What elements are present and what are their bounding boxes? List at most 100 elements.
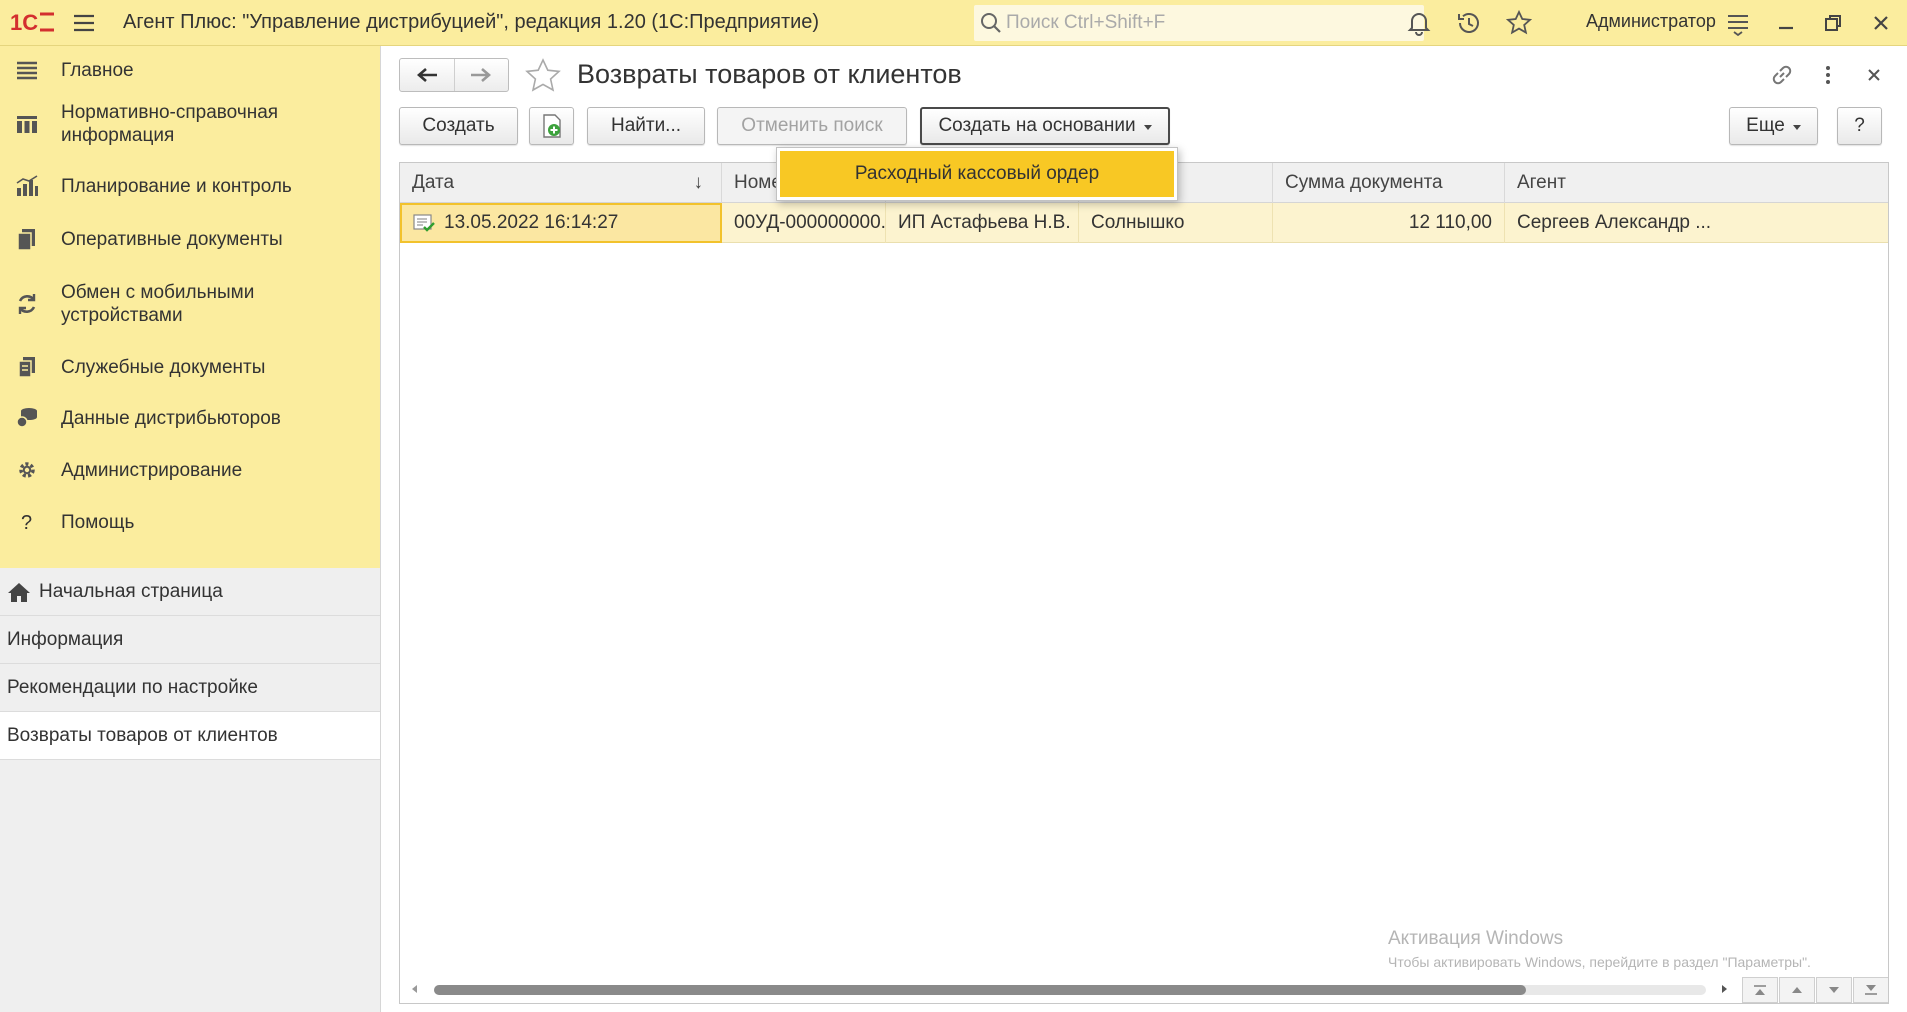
main-form: Возвраты товаров от клиентов Создать Най… <box>381 46 1907 1012</box>
restore-icon[interactable] <box>1818 8 1848 38</box>
back-button[interactable] <box>400 59 454 91</box>
more-label: Еще <box>1746 115 1785 136</box>
column-label: Дата <box>412 172 455 193</box>
windows-activation-watermark: Активация Windows Чтобы активировать Win… <box>1388 928 1811 970</box>
scroll-right-arrow-icon[interactable] <box>1722 985 1727 993</box>
global-search[interactable] <box>974 5 1424 41</box>
favorites-star-icon[interactable] <box>1504 8 1534 38</box>
section-help[interactable]: ? Помощь <box>0 496 380 548</box>
section-label: Служебные документы <box>61 356 266 378</box>
page-label: Рекомендации по настройке <box>7 676 258 698</box>
scroll-thumb[interactable] <box>434 985 1526 995</box>
section-distributor-data[interactable]: Данные дистрибьюторов <box>0 392 380 444</box>
add-to-favorites-star-icon[interactable] <box>523 58 563 100</box>
chevron-up-icon <box>1792 987 1802 993</box>
page-home[interactable]: Начальная страница <box>0 568 380 616</box>
create-based-on-menu: Расходный кассовый ордер <box>776 147 1178 201</box>
svg-text:?: ? <box>21 512 32 534</box>
scroll-to-bottom-button[interactable] <box>1853 977 1888 1003</box>
cell-text: 13.05.2022 16:14:27 <box>444 212 619 233</box>
add-document-icon <box>542 114 561 138</box>
search-icon <box>981 13 1001 33</box>
first-page-icon <box>1754 985 1766 995</box>
section-operational-docs[interactable]: Оперативные документы <box>0 212 380 266</box>
copy-button[interactable] <box>529 107 574 145</box>
create-button[interactable]: Создать <box>399 107 518 145</box>
link-icon[interactable] <box>1767 60 1797 96</box>
section-label: Администрирование <box>61 459 243 481</box>
close-form-icon[interactable] <box>1859 60 1889 96</box>
section-service-docs[interactable]: Служебные документы <box>0 342 380 392</box>
create-based-on-label: Создать на основании <box>938 115 1136 136</box>
page-label: Информация <box>7 628 124 650</box>
svg-text:1С: 1С <box>10 10 38 35</box>
more-vertical-icon[interactable] <box>1813 60 1843 96</box>
section-label: Обмен с мобильными устройствами <box>61 282 255 326</box>
close-window-icon[interactable] <box>1866 8 1896 38</box>
section-label: Данные дистрибьюторов <box>61 407 281 429</box>
horizontal-scrollbar[interactable] <box>400 975 1888 1003</box>
create-based-on-button[interactable]: Создать на основании <box>920 107 1170 145</box>
1c-logo[interactable]: 1С <box>10 8 56 36</box>
scroll-to-top-button[interactable] <box>1742 977 1778 1003</box>
question-icon: ? <box>21 512 32 534</box>
forward-button[interactable] <box>453 59 509 91</box>
home-icon <box>8 582 30 602</box>
find-button[interactable]: Найти... <box>587 107 705 145</box>
section-reference-info[interactable]: Нормативно-справочная информация <box>0 88 381 160</box>
user-name[interactable]: Администратор <box>1586 11 1716 32</box>
chevron-down-icon <box>1829 987 1839 993</box>
cancel-search-button[interactable]: Отменить поиск <box>717 107 907 145</box>
section-planning[interactable]: Планирование и контроль <box>0 160 380 212</box>
more-button[interactable]: Еще <box>1729 107 1818 145</box>
documents-table[interactable]: Дата ↓ Номер Сумма документа Агент 13.05… <box>399 162 1889 1004</box>
arrow-left-icon <box>416 68 437 82</box>
watermark-title: Активация Windows <box>1388 928 1564 949</box>
title-bar: 1С Агент Плюс: "Управление дистрибуцией"… <box>0 0 1907 46</box>
bell-icon[interactable] <box>1404 8 1434 38</box>
help-button[interactable]: ? <box>1837 107 1882 145</box>
settings-menu-icon[interactable] <box>1723 8 1753 38</box>
scroll-track[interactable] <box>434 985 1706 995</box>
service-docs-icon <box>18 357 35 378</box>
page-customer-returns[interactable]: Возвраты товаров от клиентов <box>0 712 380 760</box>
page-setup-recommendations[interactable]: Рекомендации по настройке <box>0 664 380 712</box>
cell-number[interactable]: 00УД-000000000... <box>722 203 886 243</box>
table-row[interactable]: 13.05.2022 16:14:27 00УД-000000000... ИП… <box>400 203 1888 243</box>
history-icon[interactable] <box>1454 8 1484 38</box>
cell-agent[interactable]: Сергеев Александр ... <box>1505 203 1888 243</box>
chevron-down-icon <box>1792 125 1801 130</box>
page-label: Начальная страница <box>39 580 223 602</box>
cell-sum[interactable]: 12 110,00 <box>1273 203 1505 243</box>
section-mobile-exchange[interactable]: Обмен с мобильными устройствами <box>0 266 381 342</box>
column-header-sum[interactable]: Сумма документа <box>1273 163 1505 203</box>
arrow-right-icon <box>471 68 492 82</box>
main-menu-icon[interactable] <box>70 9 98 37</box>
section-label: Главное <box>61 59 134 81</box>
page-down-button[interactable] <box>1816 977 1852 1003</box>
section-label: Помощь <box>61 511 135 533</box>
cell-client[interactable]: ИП Астафьева Н.В. <box>886 203 1079 243</box>
menu-item-cash-outflow-order[interactable]: Расходный кассовый ордер <box>780 151 1174 197</box>
watermark-subtitle: Чтобы активировать Windows, перейдите в … <box>1388 954 1811 970</box>
section-main[interactable]: Главное <box>0 52 380 88</box>
minimize-icon[interactable] <box>1771 8 1801 38</box>
section-administration[interactable]: Администрирование <box>0 444 380 496</box>
search-input[interactable] <box>1006 10 1406 36</box>
chevron-down-icon <box>1143 125 1152 130</box>
app-title: Агент Плюс: "Управление дистрибуцией", р… <box>123 11 820 33</box>
posted-document-icon <box>413 214 435 232</box>
page-information[interactable]: Информация <box>0 616 380 664</box>
database-icon <box>16 408 37 428</box>
scroll-left-arrow-icon[interactable] <box>412 985 417 993</box>
cell-date[interactable]: 13.05.2022 16:14:27 <box>400 203 722 243</box>
section-label: Нормативно-справочная информация <box>61 102 279 146</box>
page-up-button[interactable] <box>1779 977 1815 1003</box>
cell-outlet[interactable]: Солнышко <box>1079 203 1273 243</box>
columns-icon <box>17 116 37 133</box>
column-header-agent[interactable]: Агент <box>1505 163 1888 203</box>
column-header-date[interactable]: Дата ↓ <box>400 163 722 203</box>
gear-icon <box>19 462 35 478</box>
section-label: Планирование и контроль <box>61 175 292 197</box>
nav-buttons <box>399 58 509 92</box>
